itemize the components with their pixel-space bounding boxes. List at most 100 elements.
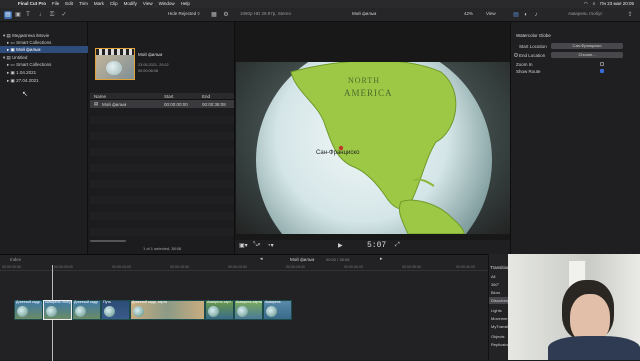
clip-thumbnail (133, 306, 144, 317)
start-location-select[interactable]: Сан-Франциско (551, 43, 623, 49)
disclosure-icon[interactable]: ▾ (3, 55, 5, 60)
speed-icon[interactable]: ◔▾ (267, 242, 274, 249)
library-item[interactable]: ▸ ▣ 27.04.2021 (0, 77, 88, 84)
disclosure-icon[interactable]: ▸ (7, 78, 9, 83)
clip-label: Акварель (265, 300, 281, 304)
row-start: 00:00:00:00 (164, 101, 188, 107)
zoom-in-checkbox[interactable] (600, 62, 604, 66)
column-end[interactable]: End (202, 94, 210, 99)
library-item[interactable]: ▾ ▤ Untitled (0, 54, 88, 61)
disclosure-icon[interactable]: ▸ (7, 70, 9, 75)
forward-arrow-icon[interactable]: ▸ (380, 256, 383, 262)
keyword-icon[interactable]: ⚿ (48, 11, 56, 19)
ruler-tick: 00:00:10:00 (112, 265, 131, 269)
clip-thumbnail (237, 306, 248, 317)
timeline-clip[interactable]: Акварель карта (234, 300, 263, 320)
transition-category[interactable]: 360° (491, 282, 499, 287)
index-button[interactable]: Index (10, 257, 21, 262)
show-route-checkbox[interactable] (600, 69, 604, 73)
background-tasks-icon[interactable]: ✓ (60, 11, 68, 19)
photos-icon[interactable]: ▣ (14, 11, 22, 19)
transition-category[interactable]: Lights (491, 308, 502, 313)
timeline-clip[interactable]: Акварель (263, 300, 292, 320)
video-frame[interactable]: NORTH AMERICA Сан-Франциско (236, 62, 510, 234)
search-icon[interactable]: ⌕ (593, 0, 596, 8)
menu-view[interactable]: View (143, 0, 153, 8)
transition-category-selected[interactable]: Dissolves (489, 297, 509, 304)
clip-duration: 00:00:08:08 (138, 69, 159, 73)
library-item[interactable]: ▸ ▣ 1.04.2021 (0, 69, 88, 76)
menu-trim[interactable]: Trim (79, 0, 88, 8)
menubar-clock[interactable]: Пн 23 мая 20:05 (600, 0, 634, 8)
table-row[interactable]: ▤ Мой фильм 00:00:00:00 00:00:38:08 (90, 100, 234, 108)
scrollbar[interactable] (90, 240, 126, 242)
end-location-checkbox[interactable] (514, 53, 518, 57)
transition-category[interactable]: Objects (491, 334, 505, 339)
folder-icon: ▭ (10, 62, 15, 67)
timeline-clip[interactable]: Путь (101, 300, 130, 320)
clapper-icon (96, 49, 134, 55)
timeline-clip[interactable]: Длинный кадр (14, 300, 43, 320)
color-inspector-icon[interactable]: ◐ (522, 11, 530, 19)
menu-file[interactable]: File (52, 0, 59, 8)
enhance-icon[interactable]: ⤡▾ (253, 242, 260, 249)
map-label-america: AMERICA (344, 88, 393, 98)
filmstrip-view-icon[interactable]: ▦ (210, 11, 218, 19)
back-arrow-icon[interactable]: ◂ (260, 256, 263, 262)
fullscreen-icon[interactable]: ⤢ (395, 242, 400, 249)
disclosure-icon[interactable]: ▸ (7, 40, 9, 45)
disclosure-icon[interactable]: ▸ (7, 47, 9, 52)
hide-rejected-filter[interactable]: Hide Rejected ◊ (168, 11, 200, 16)
menu-edit[interactable]: Edit (65, 0, 73, 8)
library-item-label: Мой фильм (16, 47, 41, 52)
clip-label: Путь (103, 300, 111, 304)
import-icon[interactable]: ↓ (36, 11, 44, 19)
transition-category[interactable]: All (491, 274, 495, 279)
ruler-tick: 00:00:25:00 (286, 265, 305, 269)
browser-settings-icon[interactable]: ⚙ (222, 11, 230, 19)
row-end: 00:00:38:08 (202, 101, 226, 107)
clip-thumbnail[interactable] (95, 48, 135, 80)
library-toggle-icon[interactable]: ▤ (4, 11, 12, 19)
menu-clip[interactable]: Clip (110, 0, 118, 8)
clip-thumbnail (46, 306, 57, 317)
titles-icon[interactable]: T (24, 11, 32, 19)
share-icon[interactable]: ⇪ (626, 11, 634, 19)
timeline-clip[interactable]: Длинный кадр (72, 300, 101, 320)
wifi-icon[interactable]: ◠ (584, 0, 588, 8)
timeline-clip[interactable]: Акварель карт (205, 300, 234, 320)
column-start[interactable]: Start (164, 94, 174, 99)
menu-modify[interactable]: Modify (124, 0, 137, 8)
webcam-overlay (508, 254, 640, 360)
library-item[interactable]: ▸ ▭ Smart Collections (0, 61, 88, 68)
menu-help[interactable]: Help (181, 0, 190, 8)
ruler-tick: 00:00:15:00 (170, 265, 189, 269)
menu-window[interactable]: Window (159, 0, 175, 8)
view-menu[interactable]: View (486, 11, 496, 16)
column-name[interactable]: Name (94, 94, 106, 99)
app-menu[interactable]: Final Cut Pro (18, 0, 46, 8)
timeline-clip[interactable]: Длинный кадр, карта (130, 300, 205, 320)
timeline-ruler[interactable]: 00:00:00:00 00:00:05:00 00:00:10:00 00:0… (0, 265, 488, 271)
library-item[interactable]: ▾ ▤ Медиатека iMovie (0, 32, 88, 39)
library-item-label: 27.04.2021 (16, 78, 39, 83)
disclosure-icon[interactable]: ▸ (7, 62, 9, 67)
transition-category[interactable]: Blurs (491, 290, 500, 295)
transitions-browser: Transitions All 360° Blurs Dissolves Lig… (488, 254, 516, 360)
timeline-project-name[interactable]: Мой фильм (290, 257, 314, 262)
list-body (90, 108, 234, 238)
play-icon[interactable]: ▶ (338, 242, 343, 249)
menu-mark[interactable]: Mark (94, 0, 104, 8)
selection-status: 1 of 1 selected, 38:08 (143, 246, 182, 251)
timeline-clip[interactable]: Акварель глобус (43, 300, 72, 320)
library-item[interactable]: ▸ ▣ Мой фильм (0, 46, 88, 53)
disclosure-icon[interactable]: ▾ (3, 33, 5, 38)
end-location-select[interactable]: Choose... (551, 52, 623, 58)
ruler-tick: 00:00:20:00 (228, 265, 247, 269)
end-location-label: End Location (519, 53, 546, 58)
video-inspector-icon[interactable]: ▤ (512, 11, 520, 19)
transform-icon[interactable]: ▣▾ (239, 242, 248, 249)
zoom-level[interactable]: 42% (464, 11, 473, 16)
library-item[interactable]: ▸ ▭ Smart Collections (0, 39, 88, 46)
audio-inspector-icon[interactable]: ♪ (532, 11, 540, 19)
